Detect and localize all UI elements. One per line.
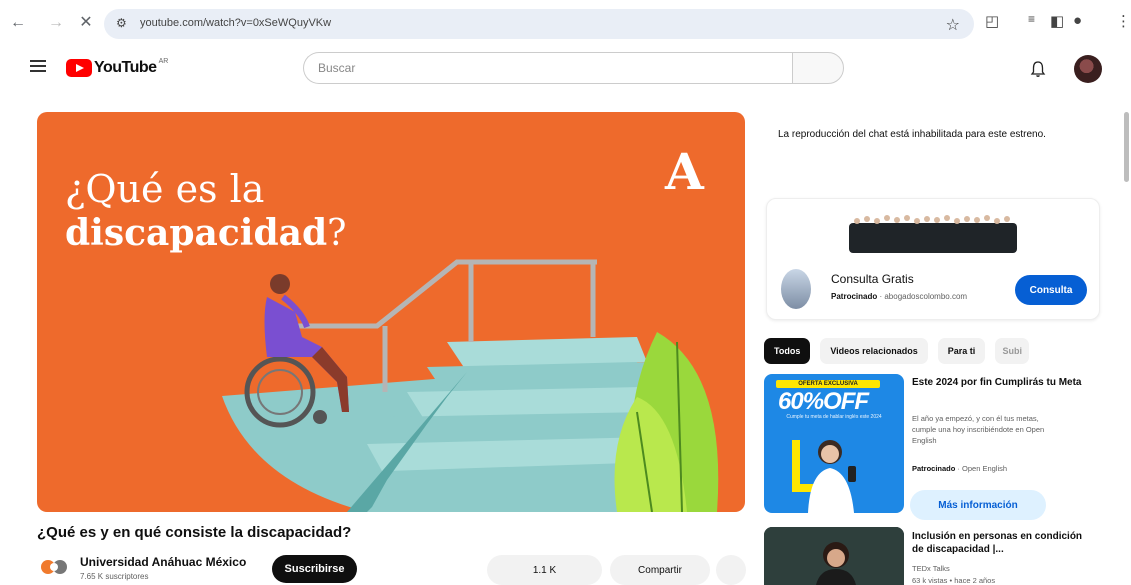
related-video-meta: 63 k vistas • hace 2 años — [912, 576, 996, 585]
related-video-title[interactable]: Inclusión en personas en condición de di… — [912, 530, 1087, 556]
browser-toolbar: ← → ✕ ⚙ youtube.com/watch?v=0xSeWQuyVKw … — [0, 0, 1131, 46]
menu-dots-icon[interactable]: ⋮ — [1116, 12, 1131, 30]
chat-disabled-notice: La reproducción del chat está inhabilita… — [778, 129, 1046, 140]
extensions-icon[interactable]: ◰ — [985, 12, 999, 30]
chip-for-you[interactable]: Para ti — [937, 338, 986, 364]
video-thumbnail[interactable] — [764, 527, 904, 585]
more-actions-button[interactable] — [716, 555, 746, 585]
more-info-button[interactable]: Más información — [910, 490, 1046, 520]
channel-logo-icon[interactable] — [38, 554, 70, 580]
stairs-illustration — [222, 259, 719, 512]
avatar[interactable] — [1074, 55, 1102, 83]
subscribe-button[interactable]: Suscribirse — [272, 555, 357, 583]
chip-related[interactable]: Videos relacionados — [820, 338, 928, 364]
search-button[interactable] — [792, 52, 844, 84]
hamburger-menu-icon[interactable] — [30, 60, 46, 72]
youtube-header: YouTube AR — [0, 46, 1131, 92]
related-video-channel[interactable]: TEDx Talks — [912, 564, 950, 573]
search-input[interactable] — [304, 53, 793, 83]
ad-title: Consulta Gratis — [831, 272, 914, 286]
country-code: AR — [158, 57, 169, 65]
address-bar[interactable]: ⚙ youtube.com/watch?v=0xSeWQuyVKw ☆ — [104, 9, 974, 39]
like-button[interactable]: 1.1 K — [487, 555, 602, 585]
video-title: ¿Qué es y en qué consiste la discapacida… — [37, 524, 352, 541]
sponsored-card[interactable]: Consulta Gratis Patrocinado · abogadosco… — [766, 198, 1100, 320]
bookmark-star-icon[interactable]: ☆ — [946, 15, 960, 35]
chip-all[interactable]: Todos — [764, 338, 811, 364]
ad-banner-image — [843, 205, 1023, 257]
url-text[interactable]: youtube.com/watch?v=0xSeWQuyVKw — [140, 17, 331, 29]
page-scrollbar[interactable] — [1124, 112, 1129, 182]
video-thumbnail[interactable]: OFERTA EXCLUSIVA 60%OFF Cumple tu meta d… — [764, 374, 904, 513]
related-video-sponsor: Patrocinado · Open English — [912, 464, 1008, 473]
profile-icon[interactable]: ● — [1073, 12, 1082, 29]
related-video-title[interactable]: Este 2024 por fin Cumplirás tu Meta — [912, 376, 1087, 389]
advertiser-avatar — [781, 269, 811, 309]
video-player[interactable]: ¿Qué es la discapacidad? A — [37, 112, 745, 512]
back-arrow-icon[interactable]: ← — [8, 13, 28, 33]
ad-cta-button[interactable]: Consulta — [1015, 275, 1087, 305]
reading-list-icon[interactable]: ≡ — [1028, 12, 1035, 26]
youtube-logo[interactable]: YouTube AR — [66, 57, 169, 77]
side-panel-icon[interactable]: ◧ — [1050, 12, 1064, 30]
subscriber-count: 7.65 K suscriptores — [80, 572, 149, 581]
promo-person-image — [792, 440, 856, 513]
bell-icon[interactable] — [1030, 60, 1046, 78]
speaker-image — [764, 527, 904, 585]
ad-sponsor-line: Patrocinado · abogadoscolombo.com — [831, 292, 968, 301]
filter-chips: Todos Videos relacionados Para ti Subi — [764, 338, 1039, 364]
youtube-play-icon — [66, 59, 92, 77]
search-field[interactable] — [303, 52, 793, 84]
share-button[interactable]: Compartir — [610, 555, 710, 585]
close-icon[interactable]: ✕ — [76, 13, 96, 33]
related-video-description: El año ya empezó, y con él tus metas, cu… — [912, 414, 1045, 445]
forward-arrow-icon[interactable]: → — [46, 13, 66, 33]
channel-name[interactable]: Universidad Anáhuac México — [80, 555, 246, 569]
chip-uploaded[interactable]: Subi — [995, 338, 1030, 364]
logo-text: YouTube — [94, 59, 157, 76]
site-info-icon[interactable]: ⚙ — [116, 16, 127, 30]
